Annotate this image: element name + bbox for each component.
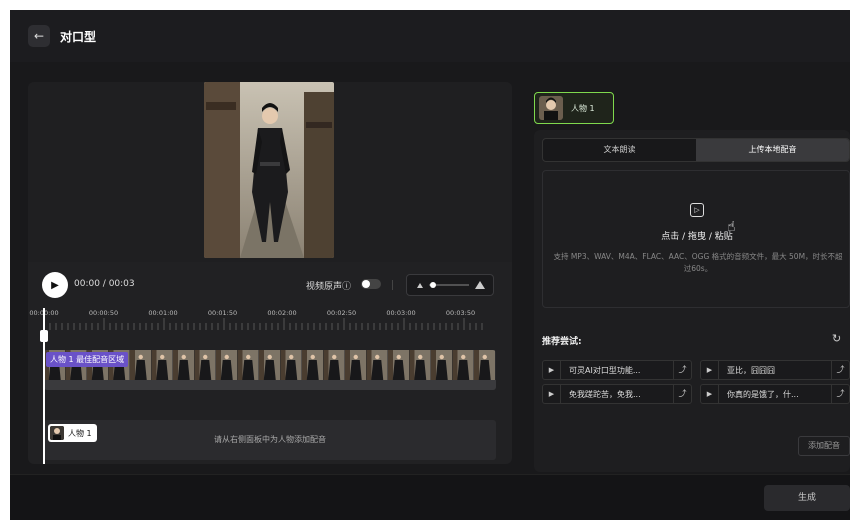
ruler-tick-label: 00:01:50 <box>208 309 237 317</box>
app-window: ← 对口型 ▶ 00:00 / 00:03 视频原声ⓘ 00:00:50 00:… <box>10 10 850 520</box>
upload-video-icon: ▷ <box>690 203 704 217</box>
filmstrip-frame <box>323 350 345 380</box>
filmstrip-frame <box>216 350 237 380</box>
filmstrip-frame <box>431 350 452 380</box>
generate-button[interactable]: 生成 <box>764 485 850 511</box>
clip-label: 人物 1 最佳配音区域 <box>46 352 129 367</box>
top-bar: ← 对口型 <box>10 10 850 62</box>
arrow-left-icon: ← <box>33 29 45 43</box>
character-label: 人物 1 <box>571 103 595 113</box>
editor-panel: ▶ 00:00 / 00:03 视频原声ⓘ 00:00:0000:00:5000… <box>28 82 512 464</box>
filmstrip-frame <box>388 350 409 380</box>
original-sound-label: 视频原声ⓘ <box>306 282 352 292</box>
use-icon[interactable]: ⤴ <box>673 361 691 379</box>
filmstrip-frame <box>452 350 474 380</box>
filmstrip-frame <box>474 350 495 380</box>
voice-track[interactable]: 人物 1 请从右侧面板中为人物添加配音 <box>44 420 496 460</box>
upload-description: 支持 MP3、WAV、M4A、FLAC、AAC、OGG 格式的音频文件，最大 5… <box>553 252 843 273</box>
play-icon: ▶ <box>51 279 59 291</box>
voice-hint: 请从右侧面板中为人物添加配音 <box>214 435 326 444</box>
recommend-item[interactable]: ▶ 你真的是饿了，什... ⤴ <box>700 384 850 404</box>
time-readout: 00:00 / 00:03 <box>74 279 135 289</box>
ruler-tick-label: 00:01:00 <box>148 309 177 317</box>
play-icon[interactable]: ▶ <box>543 361 561 379</box>
video-still-image <box>204 82 334 258</box>
back-button[interactable]: ← <box>28 25 50 47</box>
recommend-text: 免我蹉跎苦，免我... <box>569 389 641 399</box>
filmstrip-frame <box>302 350 323 380</box>
filmstrip-frame <box>259 350 280 380</box>
recommend-item[interactable]: ▶ 亚比，囧囧囧 ⤴ <box>700 360 850 380</box>
refresh-icon[interactable]: ↻ <box>832 332 841 345</box>
ruler-tick-label: 00:03:00 <box>386 309 415 317</box>
player-controls: ▶ 00:00 / 00:03 视频原声ⓘ <box>28 268 512 302</box>
zoom-slider[interactable] <box>407 275 493 295</box>
recommend-text: 亚比，囧囧囧 <box>727 365 775 375</box>
right-panel: 人物 1 文本朗读 上传本地配音 ▷ ☝ 点击 / 拖曳 / 粘贴 支持 MP3… <box>534 82 850 472</box>
ruler-tick-label: 00:03:50 <box>446 309 475 317</box>
tab-text-reading[interactable]: 文本朗读 <box>543 139 696 161</box>
add-voice-button[interactable]: 添加配音 <box>798 436 850 456</box>
video-preview <box>28 82 512 262</box>
play-button[interactable]: ▶ <box>42 272 68 298</box>
upload-title: 点击 / 拖曳 / 粘贴 <box>661 232 733 242</box>
use-icon[interactable]: ⤴ <box>673 385 691 403</box>
ruler-tick-label: 00:02:50 <box>327 309 356 317</box>
filmstrip-frame <box>130 350 151 380</box>
recommend-item[interactable]: ▶ 可灵AI对口型功能... ⤴ <box>542 360 692 380</box>
use-icon[interactable]: ⤴ <box>831 361 849 379</box>
video-clip-track[interactable]: 人物 1 最佳配音区域 <box>44 350 496 390</box>
filmstrip-frame <box>280 350 302 380</box>
play-icon[interactable]: ▶ <box>701 361 719 379</box>
zoom-control <box>406 274 494 296</box>
timeline-ruler: 00:00:0000:00:5000:01:0000:01:5000:02:00… <box>28 306 512 332</box>
video-frame <box>204 82 334 258</box>
original-sound-toggle[interactable] <box>361 279 381 289</box>
filmstrip-frame <box>194 350 216 380</box>
character-tab[interactable]: 人物 1 <box>534 92 614 124</box>
recommend-title: 推荐尝试: <box>542 337 582 347</box>
character-avatar <box>539 96 563 120</box>
ruler-ticks: 00:00:0000:00:5000:01:0000:01:5000:02:00… <box>29 309 483 330</box>
footer-bar: 生成 <box>10 474 850 520</box>
audio-panel: 文本朗读 上传本地配音 ▷ ☝ 点击 / 拖曳 / 粘贴 支持 MP3、WAV、… <box>534 130 850 472</box>
filmstrip-frame <box>173 350 194 380</box>
audio-tabs: 文本朗读 上传本地配音 <box>542 138 850 162</box>
use-icon[interactable]: ⤴ <box>831 385 849 403</box>
upload-dropzone[interactable]: ▷ ☝ 点击 / 拖曳 / 粘贴 支持 MP3、WAV、M4A、FLAC、AAC… <box>542 170 850 308</box>
tab-upload-audio[interactable]: 上传本地配音 <box>696 139 849 161</box>
clip-audio-strip <box>44 380 496 390</box>
play-icon[interactable]: ▶ <box>543 385 561 403</box>
filmstrip-frame <box>409 350 431 380</box>
filmstrip-frame <box>237 350 259 380</box>
recommend-text: 可灵AI对口型功能... <box>569 365 641 375</box>
main-area: ▶ 00:00 / 00:03 视频原声ⓘ 00:00:0000:00:5000… <box>10 62 850 474</box>
recommend-item[interactable]: ▶ 免我蹉跎苦，免我... ⤴ <box>542 384 692 404</box>
playhead-handle[interactable] <box>40 330 48 342</box>
play-icon[interactable]: ▶ <box>701 385 719 403</box>
filmstrip-frame <box>345 350 366 380</box>
ruler-tick-label: 00:00:50 <box>89 309 118 317</box>
divider <box>392 280 393 290</box>
recommend-text: 你真的是饿了，什... <box>727 389 799 399</box>
toggle-knob <box>362 280 370 288</box>
filmstrip-frame <box>151 350 173 380</box>
ruler-tick-label: 00:02:00 <box>267 309 296 317</box>
filmstrip-frame <box>366 350 388 380</box>
page-title: 对口型 <box>60 29 97 44</box>
